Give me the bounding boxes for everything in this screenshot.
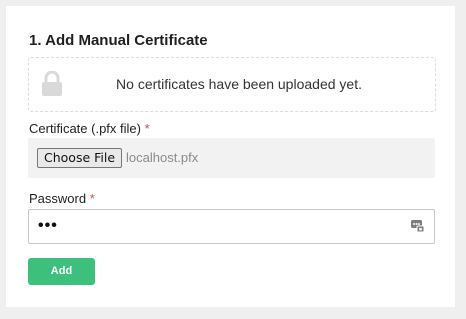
choose-file-button[interactable]: Choose File [37,148,123,168]
section-title: 1. Add Manual Certificate [29,32,208,49]
password-label-text: Password [29,191,87,206]
certificate-label-text: Certificate (.pfx file) [29,121,141,136]
required-mark: * [89,191,95,206]
add-button[interactable]: Add [28,258,95,285]
password-manager-icon[interactable] [411,219,425,238]
empty-certificates-box: No certificates have been uploaded yet. [28,57,436,112]
certificate-card: 1. Add Manual Certificate No certificate… [6,6,455,307]
required-mark: * [144,121,150,136]
selected-file-name: localhost.pfx [126,150,199,165]
password-field[interactable]: ••• [28,209,435,244]
password-value: ••• [38,217,58,234]
empty-message: No certificates have been uploaded yet. [116,76,362,92]
certificate-file-input[interactable]: Choose File localhost.pfx [28,138,435,178]
password-label: Password * [29,191,95,206]
certificate-label: Certificate (.pfx file) * [29,121,150,136]
